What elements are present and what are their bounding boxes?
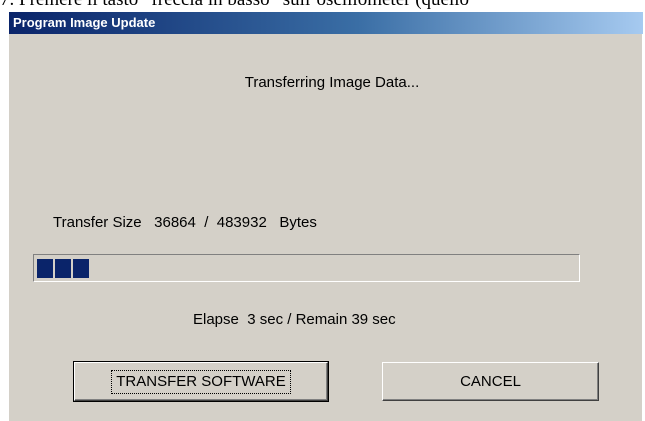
transfer-size-text: Transfer Size 36864 / 483932 Bytes xyxy=(53,214,317,232)
transfer-size-separator: / xyxy=(200,214,213,231)
transfer-software-button[interactable]: TRANSFER SOFTWARE xyxy=(73,361,329,402)
elapse-value: 3 sec xyxy=(247,311,284,328)
remain-value: 39 sec xyxy=(351,311,396,328)
cancel-button[interactable]: CANCEL xyxy=(382,362,599,401)
transfer-size-current: 36864 xyxy=(154,214,196,231)
status-message: Transferring Image Data... xyxy=(244,74,420,91)
progress-block xyxy=(37,259,53,278)
dialog-titlebar[interactable]: Program Image Update xyxy=(9,12,643,34)
transfer-size-label: Transfer Size xyxy=(53,214,142,231)
cancel-label: CANCEL xyxy=(460,373,521,390)
dialog-title: Program Image Update xyxy=(13,15,156,30)
transfer-size-total: 483932 xyxy=(216,214,267,231)
transfer-software-label: TRANSFER SOFTWARE xyxy=(111,369,291,394)
elapse-label: Elapse xyxy=(193,311,239,328)
timing-text: Elapse 3 sec / Remain 39 sec xyxy=(193,311,396,329)
program-image-update-dialog: Program Image Update Transferring Image … xyxy=(8,12,643,421)
transfer-progress-bar xyxy=(33,254,580,282)
remain-label: Remain xyxy=(295,311,348,328)
progress-block xyxy=(55,259,71,278)
transfer-size-unit: Bytes xyxy=(279,214,317,231)
progress-fill xyxy=(37,259,89,278)
background-document-text: 7. Premere il tasto “freccia in basso” s… xyxy=(0,0,645,9)
timing-separator: / xyxy=(283,311,296,328)
progress-block xyxy=(73,259,89,278)
